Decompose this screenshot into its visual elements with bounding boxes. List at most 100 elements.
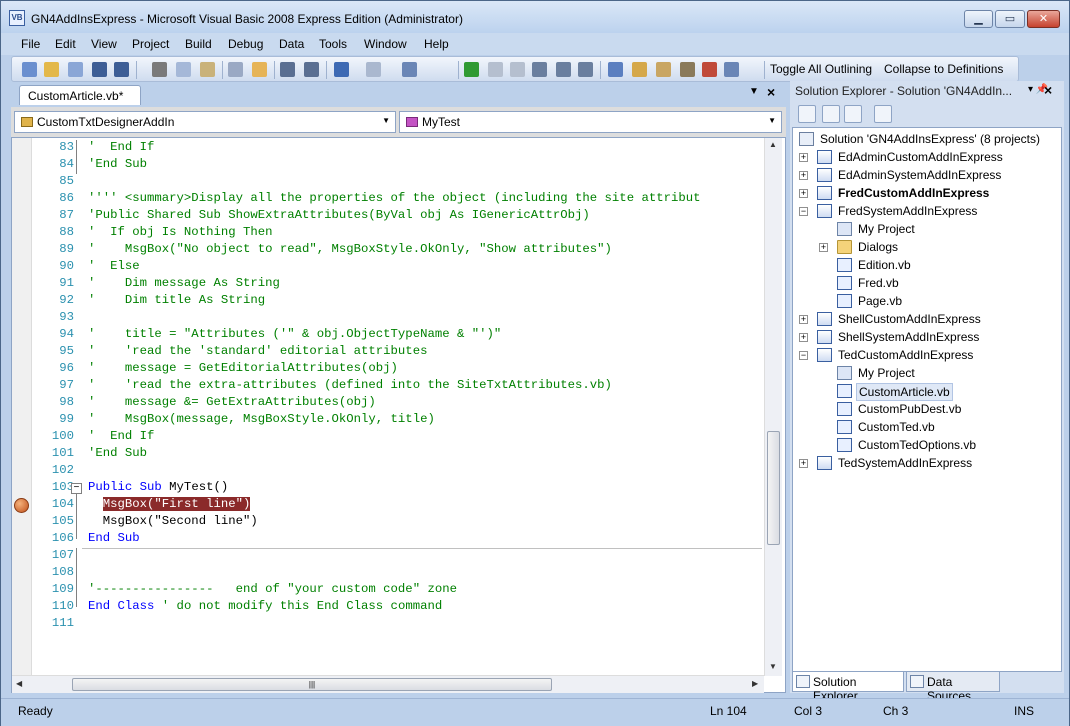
solution-tree-item[interactable]: Solution 'GN4AddInsExpress' (8 projects) <box>818 131 1042 149</box>
breakpoint-gutter[interactable] <box>12 138 32 676</box>
solution-tree-item[interactable]: Edition.vb <box>856 257 913 275</box>
expand-icon[interactable]: + <box>799 333 808 342</box>
code-line[interactable]: 101 'End Sub <box>32 446 772 463</box>
pause-icon[interactable] <box>488 62 503 77</box>
save-all-icon[interactable] <box>114 62 129 77</box>
menu-build[interactable]: Build <box>185 37 212 51</box>
solution-tree-item[interactable]: My Project <box>856 365 917 383</box>
navigate-backward-icon[interactable] <box>402 62 417 77</box>
solution-tree-item[interactable]: CustomArticle.vb <box>856 383 953 401</box>
stop-icon[interactable] <box>510 62 525 77</box>
collapse-to-definitions-button[interactable]: Collapse to Definitions <box>884 62 1003 76</box>
solution-tree-item[interactable]: EdAdminCustomAddInExpress <box>836 149 1005 167</box>
solution-tree-item[interactable]: ShellCustomAddInExpress <box>836 311 983 329</box>
start-debugging-icon[interactable] <box>464 62 479 77</box>
open-folder-icon[interactable] <box>252 62 267 77</box>
code-line[interactable]: 110 End Class ' do not modify this End Cl… <box>32 599 772 616</box>
undo-icon[interactable] <box>334 62 349 77</box>
expand-icon[interactable]: + <box>799 189 808 198</box>
close-button[interactable]: ✕ <box>1027 10 1060 28</box>
expand-icon[interactable]: + <box>799 153 808 162</box>
solution-tree-item[interactable]: TedSystemAddInExpress <box>836 455 974 473</box>
solution-tree-item[interactable]: TedCustomAddInExpress <box>836 347 975 365</box>
expand-icon[interactable]: + <box>799 315 808 324</box>
method-name-dropdown[interactable]: MyTest ▼ <box>399 111 782 133</box>
code-line[interactable]: 95 ' 'read the 'standard' editorial attri… <box>32 344 772 361</box>
code-line[interactable]: 106 End Sub <box>32 531 772 548</box>
solution-tree-item[interactable]: FredCustomAddInExpress <box>836 185 991 203</box>
menu-tools[interactable]: Tools <box>319 37 347 51</box>
show-all-files-icon[interactable] <box>822 105 840 123</box>
object-browser-icon[interactable] <box>656 62 671 77</box>
code-line[interactable]: 109 '---------------- end of "your custom… <box>32 582 772 599</box>
solution-tree-item[interactable]: Fred.vb <box>856 275 901 293</box>
solution-tree-item[interactable]: CustomTedOptions.vb <box>856 437 978 455</box>
active-files-dropdown-icon[interactable]: ▼ <box>749 86 759 97</box>
tab-data-sources[interactable]: Data Sources <box>906 671 1000 703</box>
tab-solution-explorer[interactable]: Solution Explorer <box>792 671 904 703</box>
code-line[interactable]: 111 <box>32 616 772 633</box>
close-panel-icon[interactable]: × <box>1044 82 1052 98</box>
new-project-icon[interactable] <box>22 62 37 77</box>
expand-icon[interactable]: + <box>799 171 808 180</box>
code-line[interactable]: 107 <box>32 548 772 565</box>
collapse-region-icon[interactable]: − <box>71 483 82 494</box>
menu-window[interactable]: Window <box>364 37 407 51</box>
code-line[interactable]: 98 ' message &= GetExtraAttributes(obj) <box>32 395 772 412</box>
solution-tree-item[interactable]: CustomPubDest.vb <box>856 401 963 419</box>
code-line[interactable]: 84 'End Sub <box>32 157 772 174</box>
cut-icon[interactable] <box>152 62 167 77</box>
expand-icon[interactable]: + <box>819 243 828 252</box>
scroll-right-icon[interactable]: ▶ <box>752 679 758 688</box>
find-icon[interactable] <box>228 62 243 77</box>
paste-icon[interactable] <box>200 62 215 77</box>
menu-edit[interactable]: Edit <box>55 37 76 51</box>
menu-debug[interactable]: Debug <box>228 37 263 51</box>
code-line[interactable]: 108 <box>32 565 772 582</box>
horizontal-scrollbar[interactable]: ◀ ||| ▶ <box>12 675 764 693</box>
code-lines[interactable]: 83 ' End If 84 'End Sub 85 86 '''' <summary>Di… <box>32 140 774 674</box>
collapse-icon[interactable]: − <box>799 207 808 216</box>
code-line[interactable]: 92 ' Dim title As String <box>32 293 772 310</box>
code-line[interactable]: 93 <box>32 310 772 327</box>
refresh-icon[interactable] <box>844 105 862 123</box>
save-icon[interactable] <box>92 62 107 77</box>
menu-data[interactable]: Data <box>279 37 304 51</box>
copy-icon[interactable] <box>176 62 191 77</box>
class-name-dropdown[interactable]: CustomTxtDesignerAddIn ▼ <box>14 111 396 133</box>
title-bar[interactable]: VB GN4AddInsExpress - Microsoft Visual B… <box>1 1 1069 33</box>
redo-icon[interactable] <box>366 62 381 77</box>
solution-tree-item[interactable]: My Project <box>856 221 917 239</box>
toggle-all-outlining-button[interactable]: Toggle All Outlining <box>770 62 872 76</box>
add-item-icon[interactable] <box>44 62 59 77</box>
horizontal-scroll-thumb[interactable]: ||| <box>72 678 552 691</box>
code-line[interactable]: 91 ' Dim message As String <box>32 276 772 293</box>
scroll-down-icon[interactable]: ▼ <box>769 662 777 671</box>
code-line[interactable]: 85 <box>32 174 772 191</box>
toolbox-icon[interactable] <box>680 62 695 77</box>
menu-file[interactable]: File <box>21 37 40 51</box>
code-line[interactable]: 97 ' 'read the extra-attributes (defined … <box>32 378 772 395</box>
comment-icon[interactable] <box>280 62 295 77</box>
code-line[interactable]: 90 ' Else <box>32 259 772 276</box>
properties-icon[interactable] <box>798 105 816 123</box>
code-line[interactable]: 83 ' End If <box>32 140 772 157</box>
solution-tree-item[interactable]: ShellSystemAddInExpress <box>836 329 981 347</box>
collapse-icon[interactable]: − <box>799 351 808 360</box>
scroll-up-icon[interactable]: ▲ <box>769 140 777 149</box>
properties-icon[interactable] <box>632 62 647 77</box>
code-line[interactable]: 102 <box>32 463 772 480</box>
minimize-button[interactable]: ▁ <box>964 10 993 28</box>
error-list-icon[interactable] <box>702 62 717 77</box>
solution-tree-item[interactable]: Page.vb <box>856 293 904 311</box>
code-line[interactable]: 103 Public Sub MyTest() <box>32 480 772 497</box>
menu-project[interactable]: Project <box>132 37 169 51</box>
code-line[interactable]: 104 MsgBox("First line") <box>32 497 772 514</box>
code-line[interactable]: 87 'Public Shared Sub ShowExtraAttributes… <box>32 208 772 225</box>
step-into-icon[interactable] <box>532 62 547 77</box>
expand-icon[interactable]: + <box>799 459 808 468</box>
scroll-left-icon[interactable]: ◀ <box>16 679 22 688</box>
code-line[interactable]: 105 MsgBox("Second line") <box>32 514 772 531</box>
uncomment-icon[interactable] <box>304 62 319 77</box>
add-new-item-icon[interactable] <box>68 62 83 77</box>
